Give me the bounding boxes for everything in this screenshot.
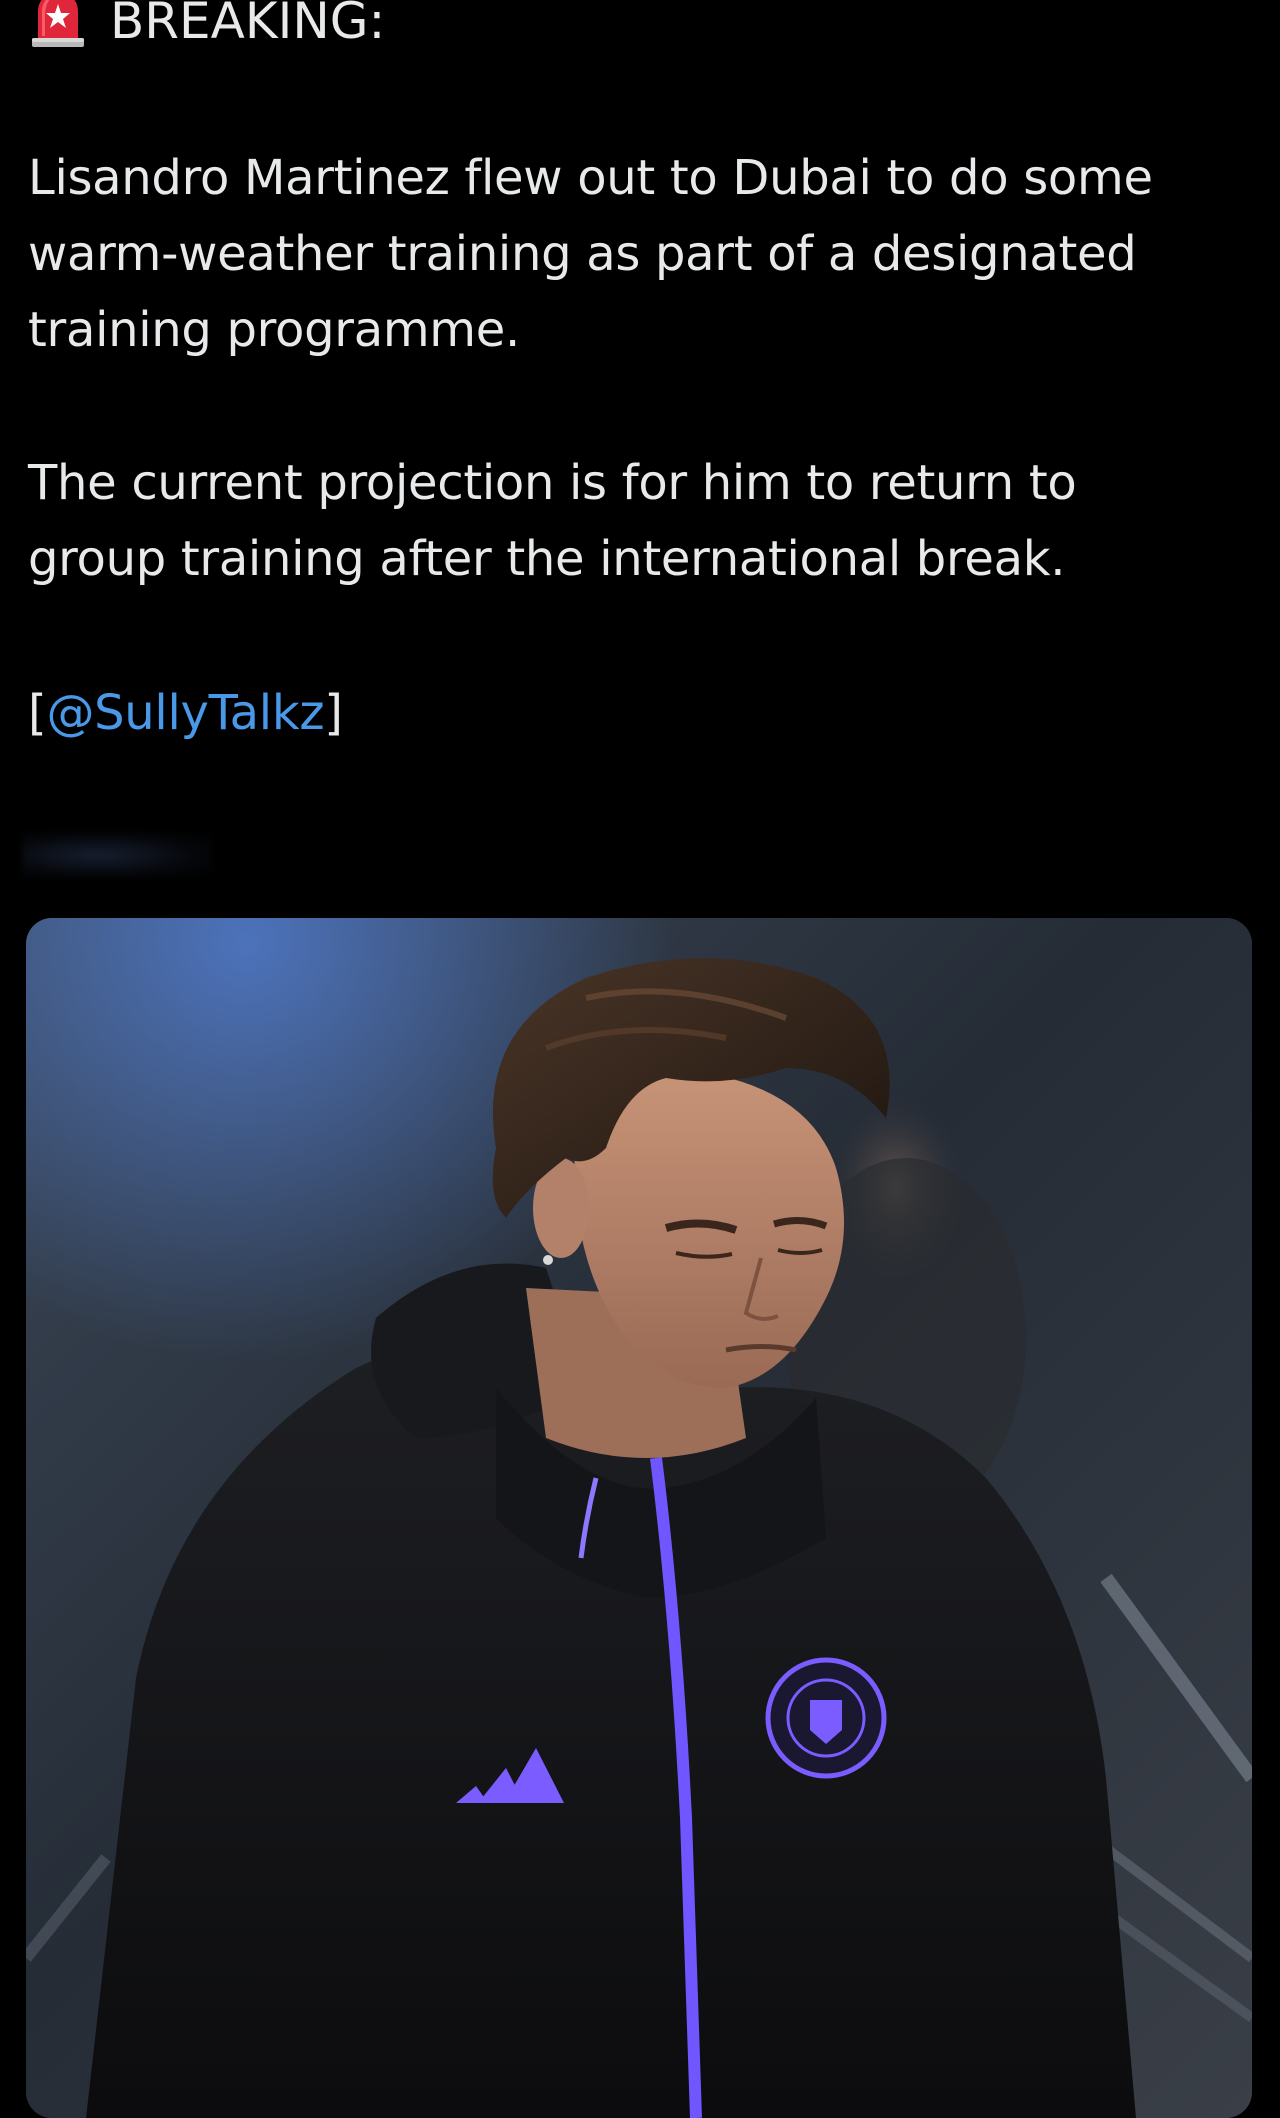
blurred-caption [22, 832, 212, 878]
source-bracket-close: ] [324, 685, 343, 741]
siren-emoji-icon [28, 0, 88, 48]
mention-link[interactable]: @SullyTalkz [46, 685, 324, 741]
player-photo-illustration [26, 918, 1252, 2118]
tweet-paragraph-1: Lisandro Martinez flew out to Dubai to d… [28, 150, 1153, 358]
headline-text: BREAKING: [110, 0, 386, 50]
tweet-post[interactable]: BREAKING: Lisandro Martinez flew out to … [0, 0, 1280, 2118]
source-credit: [@SullyTalkz] [28, 675, 1228, 751]
tweet-photo[interactable] [26, 918, 1252, 2118]
headline: BREAKING: [28, 0, 385, 56]
tweet-paragraph-2: The current projection is for him to ret… [28, 455, 1077, 587]
source-bracket-open: [ [28, 685, 47, 741]
